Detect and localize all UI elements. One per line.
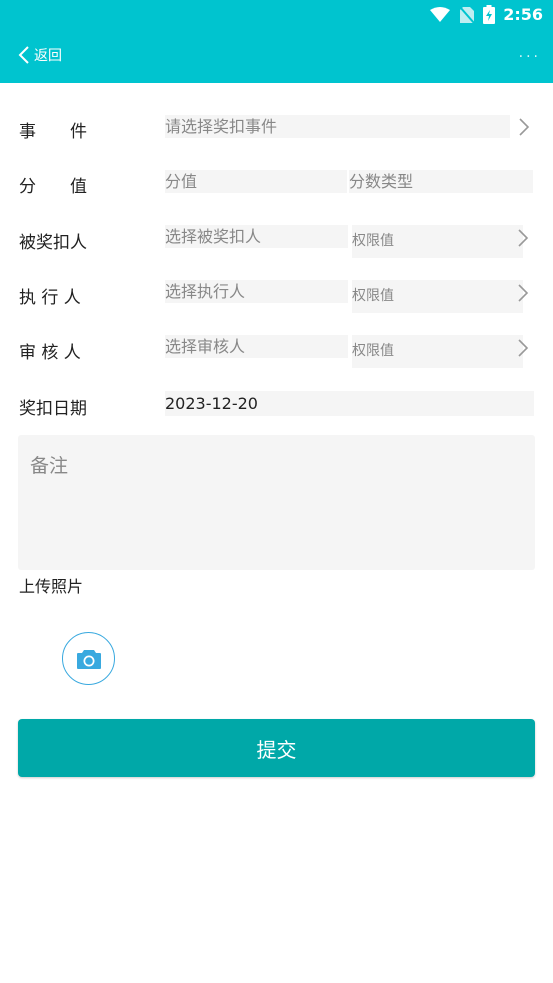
remark-textarea[interactable]: 备注 (18, 435, 535, 570)
reviewer-row: 审 核 人 选择审核人 权限值 (0, 328, 553, 368)
wifi-icon (430, 6, 451, 22)
reviewer-select[interactable]: 选择审核人 (165, 335, 348, 358)
more-menu-button[interactable]: ... (519, 45, 541, 61)
submit-button[interactable]: 提交 (18, 719, 535, 777)
executor-select[interactable]: 选择执行人 (165, 280, 348, 303)
target-person-row: 被奖扣人 选择被奖扣人 权限值 (0, 218, 553, 258)
date-row: 奖扣日期 2023-12-20 (0, 384, 553, 424)
no-sim-icon (459, 5, 475, 24)
status-time: 2:56 (503, 5, 543, 24)
app-header: 返回 ... (0, 30, 553, 83)
executor-permission[interactable]: 权限值 (352, 280, 523, 313)
camera-icon (76, 649, 101, 669)
executor-label: 执 行 人 (19, 288, 81, 308)
battery-charging-icon (483, 5, 496, 24)
chevron-right-icon (518, 284, 529, 302)
date-label: 奖扣日期 (19, 399, 87, 419)
reviewer-label: 审 核 人 (19, 343, 81, 363)
upload-photo-button[interactable] (62, 632, 115, 685)
chevron-right-icon (518, 229, 529, 247)
executor-row: 执 行 人 选择执行人 权限值 (0, 273, 553, 313)
score-row: 分 值 分值 分数类型 (0, 162, 553, 202)
event-row[interactable]: 事 件 请选择奖扣事件 (0, 107, 553, 147)
score-type-select[interactable]: 分数类型 (349, 170, 533, 193)
status-icons: 2:56 (429, 5, 543, 24)
reviewer-permission[interactable]: 权限值 (352, 335, 523, 368)
back-button[interactable]: 返回 (18, 45, 62, 65)
score-input[interactable]: 分值 (165, 170, 347, 193)
target-person-select[interactable]: 选择被奖扣人 (165, 225, 348, 248)
back-label: 返回 (34, 48, 62, 64)
target-person-label: 被奖扣人 (19, 233, 87, 253)
event-select[interactable]: 请选择奖扣事件 (165, 115, 510, 138)
date-picker[interactable]: 2023-12-20 (165, 391, 534, 416)
score-label: 分 值 (19, 177, 87, 197)
upload-photo-label: 上传照片 (19, 577, 84, 596)
chevron-left-icon (18, 46, 29, 64)
chevron-right-icon (518, 339, 529, 357)
status-bar: 2:56 (0, 0, 553, 30)
chevron-right-icon (519, 118, 530, 136)
target-person-permission[interactable]: 权限值 (352, 225, 523, 258)
event-label: 事 件 (19, 122, 87, 142)
remark-placeholder: 备注 (30, 455, 69, 477)
